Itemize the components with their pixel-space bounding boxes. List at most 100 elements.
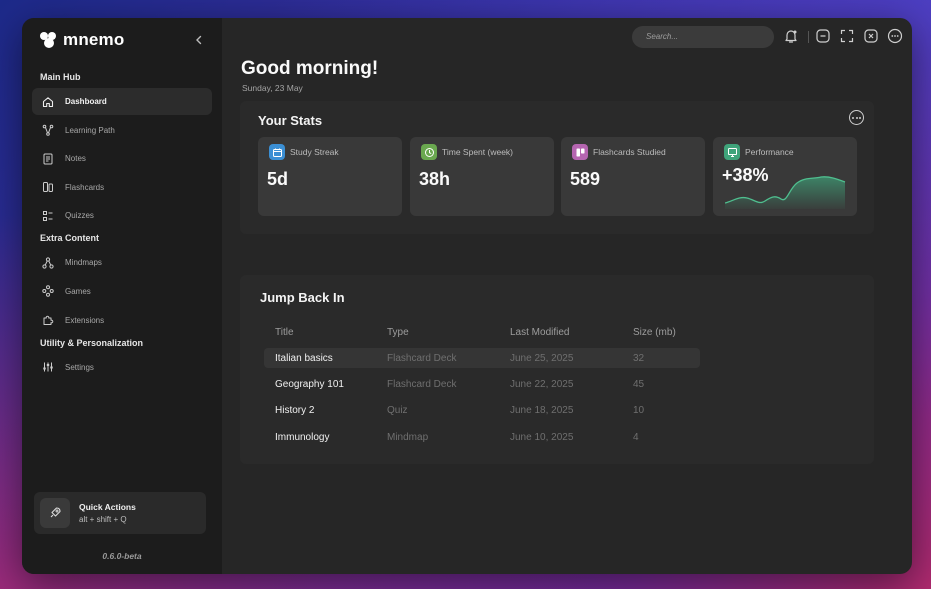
sidebar-item-label: Flashcards [65,182,105,192]
clock-icon [421,144,437,160]
column-header-title: Title [275,326,294,338]
search-input[interactable]: Search... [632,26,774,48]
stat-card-flashcards-studied[interactable]: Flashcards Studied 589 [561,137,705,216]
sidebar-item-label: Settings [65,362,94,372]
bell-icon [785,30,797,43]
performance-sparkline [725,176,846,209]
cell-size: 10 [633,405,645,417]
quick-actions-button[interactable]: Quick Actions alt + shift + Q [34,492,206,534]
topbar-divider [808,31,809,43]
monitor-icon [724,144,740,160]
sidebar-item-label: Dashboard [65,97,107,106]
app-window: mnemo Main Hub Dashboard Learning Path N… [22,18,912,574]
quizzes-icon [42,210,54,222]
sidebar-item-learning-path[interactable]: Learning Path [32,117,212,144]
sidebar: mnemo Main Hub Dashboard Learning Path N… [22,18,222,574]
notes-icon [42,153,54,165]
main-content: Search... Good morning! Sunday, 23 May Y… [222,18,912,574]
minimize-icon [816,29,830,43]
close-icon [864,29,878,43]
logo-icon [40,32,58,48]
cell-type: Flashcard Deck [387,352,457,364]
sidebar-item-label: Quizzes [65,211,94,221]
chevron-left-icon [196,35,202,45]
sidebar-item-games[interactable]: Games [32,278,212,305]
more-options-button[interactable] [887,28,903,44]
cell-last-modified: June 10, 2025 [510,431,574,443]
stat-label: Flashcards Studied [593,147,666,157]
minimize-button[interactable] [815,28,831,44]
column-header-size: Size (mb) [633,326,676,338]
sidebar-item-dashboard[interactable]: Dashboard [32,88,212,115]
path-icon [42,124,54,136]
sidebar-item-notes[interactable]: Notes [32,145,212,172]
jump-back-panel: Jump Back In Title Type Last Modified Si… [240,275,874,464]
stats-more-button[interactable] [849,110,864,125]
cell-type: Mindmap [387,431,429,443]
sidebar-item-mindmaps[interactable]: Mindmaps [32,249,212,276]
cards-icon [572,144,588,160]
expand-icon [840,29,854,43]
section-title-main-hub: Main Hub [40,72,81,82]
cell-last-modified: June 25, 2025 [510,352,574,364]
rocket-icon [40,498,70,528]
games-icon [42,285,54,298]
cell-title: Italian basics [275,352,333,364]
sidebar-item-label: Learning Path [65,125,115,135]
calendar-icon [269,144,285,160]
table-row[interactable]: History 2 Quiz June 18, 2025 10 [264,398,700,424]
cell-last-modified: June 18, 2025 [510,405,574,417]
recent-items-table: Title Type Last Modified Size (mb) Itali… [264,319,700,451]
page-title: Good morning! [241,58,379,79]
puzzle-icon [42,314,54,326]
sidebar-item-extensions[interactable]: Extensions [32,307,212,334]
cell-size: 4 [633,431,639,443]
close-button[interactable] [863,28,879,44]
cell-size: 32 [633,352,645,364]
stat-value: 589 [570,169,601,189]
cell-title: History 2 [275,405,315,417]
cell-type: Flashcard Deck [387,379,457,391]
sidebar-item-label: Mindmaps [65,258,102,268]
table-row[interactable]: Immunology Mindmap June 10, 2025 4 [264,424,700,450]
stats-title: Your Stats [258,113,323,128]
sidebar-item-flashcards[interactable]: Flashcards [32,174,212,201]
mindmap-icon [42,257,54,269]
stat-label: Performance [745,147,794,157]
flashcards-icon [42,181,54,193]
brand: mnemo [32,18,212,62]
stat-label: Study Streak [290,147,339,157]
quick-actions-title: Quick Actions [79,502,136,512]
table-header: Title Type Last Modified Size (mb) [264,319,700,345]
stat-card-time-spent[interactable]: Time Spent (week) 38h [410,137,554,216]
cell-title: Geography 101 [275,379,344,391]
app-name: mnemo [63,30,125,49]
stat-value: 38h [419,169,451,189]
current-date: Sunday, 23 May [242,83,303,93]
column-header-last-modified: Last Modified [510,326,570,338]
quick-actions-shortcut: alt + shift + Q [79,515,127,524]
section-title-extra-content: Extra Content [40,233,100,244]
stats-panel: Your Stats Study Streak 5d Time Spent (w… [240,101,874,234]
home-icon [42,96,54,108]
jump-back-title: Jump Back In [260,290,345,305]
stat-label: Time Spent (week) [442,147,514,157]
stat-value: 5d [267,169,289,189]
table-row[interactable]: Geography 101 Flashcard Deck June 22, 20… [264,371,700,397]
cell-size: 45 [633,379,645,391]
stat-card-study-streak[interactable]: Study Streak 5d [258,137,402,216]
sidebar-item-settings[interactable]: Settings [32,354,212,381]
stat-card-performance[interactable]: Performance +38% [713,137,857,216]
fullscreen-button[interactable] [839,28,855,44]
sliders-icon [42,361,54,373]
table-row[interactable]: Italian basics Flashcard Deck June 25, 2… [264,348,700,369]
collapse-sidebar-button[interactable] [190,31,208,49]
cell-type: Quiz [387,405,408,417]
sidebar-item-quizzes[interactable]: Quizzes [32,202,212,229]
notifications-button[interactable] [783,28,799,44]
section-title-utility: Utility & Personalization [40,337,144,348]
column-header-type: Type [387,326,409,338]
sidebar-item-label: Notes [65,154,86,164]
sidebar-item-label: Extensions [65,315,105,325]
sidebar-item-label: Games [65,286,91,296]
